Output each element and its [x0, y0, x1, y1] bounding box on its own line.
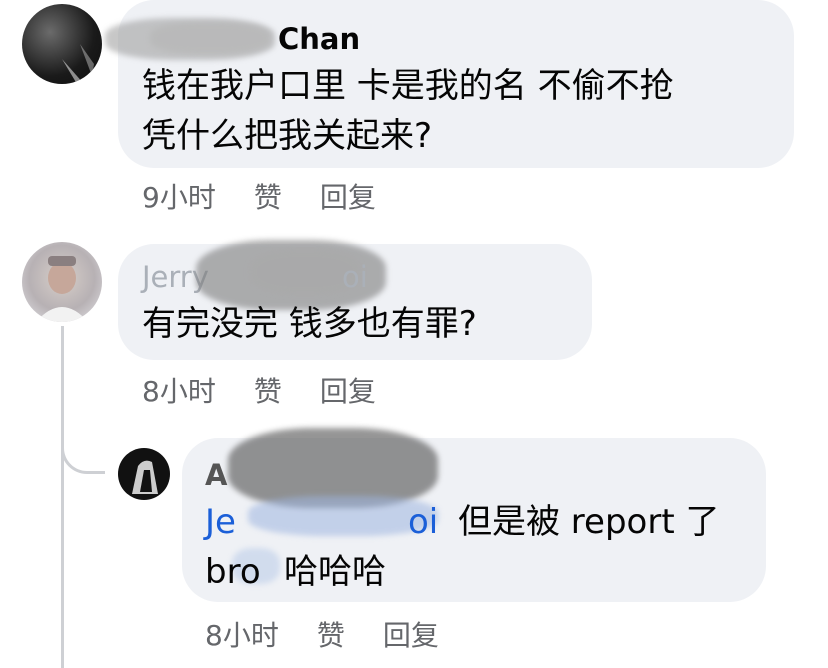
comment-actions: 8小时 赞 回复 [205, 614, 439, 654]
avatar-photo-icon [62, 44, 94, 84]
comment-text: bro [205, 552, 261, 592]
reply-button[interactable]: 回复 [320, 370, 376, 410]
thread-connector [61, 326, 64, 668]
thread-connector [61, 426, 105, 474]
commenter-avatar[interactable] [118, 448, 170, 500]
comment-actions: 9小时 赞 回复 [142, 176, 376, 216]
commenter-avatar[interactable] [22, 4, 102, 84]
comment-author[interactable]: A [205, 458, 227, 492]
comment-text: 哈哈哈 [284, 552, 386, 592]
comment-timestamp: 8小时 [205, 619, 279, 652]
comment-text: 但是被 report 了 [458, 502, 720, 542]
like-button[interactable]: 赞 [254, 176, 282, 216]
mention-end[interactable]: oi [408, 502, 438, 542]
comment-actions: 8小时 赞 回复 [142, 370, 376, 410]
commenter-avatar[interactable] [22, 242, 102, 322]
redaction-scribble [150, 22, 270, 54]
like-button[interactable]: 赞 [254, 370, 282, 410]
comment-timestamp: 9小时 [142, 181, 216, 214]
comment-text: 凭什么把我关起来? [142, 116, 433, 156]
like-button[interactable]: 赞 [317, 614, 345, 654]
mention-link[interactable]: oi [408, 498, 438, 546]
reply-button[interactable]: 回复 [320, 176, 376, 216]
comment-author-tail: oi [342, 260, 368, 294]
mention-start[interactable]: Je [205, 502, 236, 542]
comment-text: 有完没完 钱多也有罪? [142, 304, 477, 344]
avatar-photo-icon [36, 256, 88, 322]
comment-author[interactable]: Chan [278, 22, 360, 56]
comment-timestamp: 8小时 [142, 375, 216, 408]
avatar-photo-icon [132, 460, 158, 494]
reply-button[interactable]: 回复 [383, 614, 439, 654]
comment-text: 钱在我户口里 卡是我的名 不偷不抢 [142, 66, 674, 106]
mention-link[interactable]: Je [205, 498, 236, 546]
